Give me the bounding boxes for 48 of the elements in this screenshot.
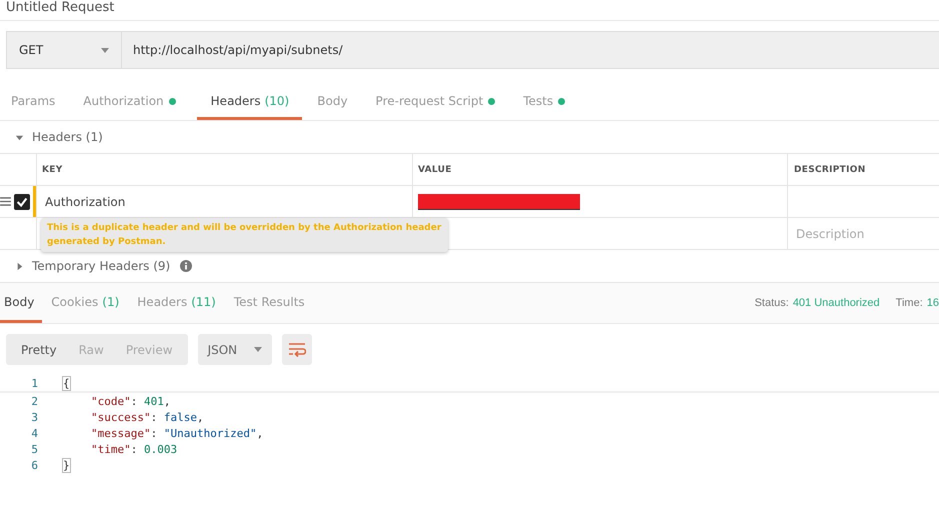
request-title: Untitled Request (6, 0, 114, 15)
line-number: 6 (30, 458, 38, 472)
request-tab[interactable]: Pre-request Script (368, 85, 508, 120)
line-number: 5 (30, 442, 38, 456)
column-header: DESCRIPTION (794, 164, 866, 174)
view-mode-button[interactable]: Preview (114, 334, 184, 365)
status-label: Status: (754, 297, 789, 309)
time-label: Time: (896, 297, 923, 309)
request-tab[interactable]: Authorization (76, 85, 189, 120)
code-line: "message": "Unauthorized", (91, 426, 264, 440)
view-mode-button[interactable]: Raw (68, 334, 115, 365)
drag-handle-icon[interactable] (0, 197, 11, 206)
view-mode-button[interactable]: Pretty (10, 334, 68, 365)
code-line: } (63, 458, 70, 472)
description-field[interactable]: Description (794, 226, 928, 242)
request-tab[interactable]: Tests (516, 85, 578, 120)
expand-toggle-icon[interactable] (15, 262, 24, 270)
code-line: "code": 401, (91, 394, 170, 408)
line-number: 4 (30, 426, 38, 440)
column-header: KEY (42, 164, 63, 174)
header-key: Authorization (45, 194, 126, 208)
collapse-toggle-icon[interactable] (15, 132, 24, 142)
column-header: VALUE (418, 164, 452, 174)
request-tab[interactable]: Headers (10) (196, 85, 302, 120)
format-dropdown[interactable]: JSON (198, 334, 272, 365)
response-tab[interactable]: Cookies (1) (42, 283, 128, 323)
response-tab[interactable]: Test Results (224, 283, 314, 323)
line-number: 2 (30, 394, 38, 408)
warning-tooltip: This is a duplicate header and will be overridden by the Authorization header generated by Postman. (41, 218, 448, 252)
line-number: 1 (30, 376, 38, 390)
code-line: { (63, 376, 70, 390)
method-dropdown[interactable]: GET (6, 31, 122, 69)
response-tab[interactable]: Body (0, 283, 42, 323)
wrap-lines-button[interactable] (282, 334, 312, 365)
url-field[interactable]: http://localhost/api/myapi/subnets/ (122, 31, 939, 69)
wrap-lines-icon (288, 342, 306, 358)
response-tab[interactable]: Headers (11) (128, 283, 225, 323)
line-number: 3 (30, 410, 38, 424)
checkbox[interactable] (14, 194, 30, 210)
info-icon[interactable] (180, 260, 192, 272)
code-line: "success": false, (91, 410, 204, 424)
section-title: Headers (1) (32, 130, 103, 144)
code-line: "time": 0.003 (91, 442, 178, 456)
section-title: Temporary Headers (9) (32, 259, 170, 273)
time-value: 16 (926, 297, 939, 309)
request-tab[interactable]: Params (4, 85, 68, 120)
request-tab[interactable]: Body (310, 85, 361, 120)
status-value: 401 Unauthorized (792, 297, 880, 309)
